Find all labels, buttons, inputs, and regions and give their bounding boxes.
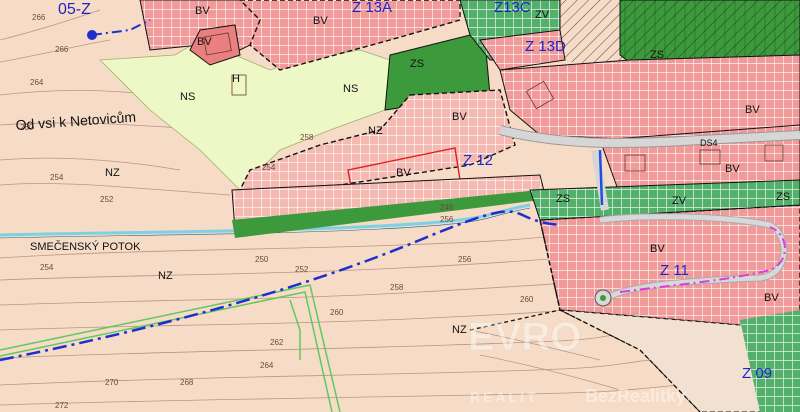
svg-text:BV: BV <box>745 104 760 116</box>
svg-text:ZS: ZS <box>650 49 664 61</box>
svg-text:BV: BV <box>452 111 467 123</box>
svg-text:ZS: ZS <box>556 193 570 205</box>
svg-text:260: 260 <box>330 308 344 317</box>
svg-text:H: H <box>232 73 240 85</box>
svg-text:NS: NS <box>343 83 358 95</box>
svg-text:258: 258 <box>390 283 404 292</box>
watermark-main: EVRO <box>468 315 581 359</box>
svg-text:266: 266 <box>32 13 46 22</box>
map-canvas: 266 266 264 260 254 252 254 258 250 252 … <box>0 0 800 412</box>
zone-label-z13d: Z 13D <box>525 38 566 55</box>
svg-text:256: 256 <box>440 215 454 224</box>
zone-label-z13a: Z 13A <box>352 0 392 16</box>
svg-text:258: 258 <box>300 133 314 142</box>
corner-marker <box>87 30 97 40</box>
svg-text:268: 268 <box>180 378 194 387</box>
svg-text:NS: NS <box>180 91 195 103</box>
svg-text:ZS: ZS <box>776 191 790 203</box>
corner-code-label: 05-Z <box>58 1 91 18</box>
zone-label-z09: Z 09 <box>742 365 772 382</box>
svg-text:BV: BV <box>197 36 212 48</box>
svg-text:ZV: ZV <box>672 195 687 207</box>
svg-text:266: 266 <box>55 45 69 54</box>
svg-text:BV: BV <box>725 163 740 175</box>
svg-text:260: 260 <box>520 295 534 304</box>
watermark-sub: REALIT <box>470 389 539 405</box>
zone-label-z13c: Z13C <box>494 0 531 16</box>
svg-text:262: 262 <box>270 338 284 347</box>
svg-text:252: 252 <box>100 195 114 204</box>
road-code-label: DS4 <box>700 138 718 148</box>
residential-band-east <box>499 54 800 141</box>
watermark-brand: BezRealitky <box>585 386 686 406</box>
svg-text:270: 270 <box>105 378 119 387</box>
svg-text:250: 250 <box>255 255 269 264</box>
zone-label-z12: Z 12 <box>463 152 493 169</box>
svg-text:272: 272 <box>55 401 69 410</box>
svg-text:NZ: NZ <box>452 324 467 336</box>
svg-text:252: 252 <box>295 265 309 274</box>
svg-text:NZ: NZ <box>158 270 173 282</box>
svg-text:246: 246 <box>440 203 454 212</box>
svg-text:254: 254 <box>40 263 54 272</box>
zone-label-z11: Z 11 <box>660 262 689 279</box>
stream-name-label: SMEČENSKÝ POTOK <box>30 240 141 253</box>
svg-text:BV: BV <box>764 292 779 304</box>
svg-text:264: 264 <box>260 361 274 370</box>
svg-text:NZ: NZ <box>105 167 120 179</box>
svg-text:ZV: ZV <box>535 9 550 21</box>
svg-text:256: 256 <box>458 255 472 264</box>
svg-text:BV: BV <box>195 5 210 17</box>
svg-text:BV: BV <box>650 243 665 255</box>
svg-text:NZ: NZ <box>368 125 383 137</box>
svg-text:264: 264 <box>30 78 44 87</box>
svg-text:BV: BV <box>396 167 411 179</box>
svg-text:BV: BV <box>313 15 328 27</box>
svg-text:254: 254 <box>262 163 276 172</box>
svg-text:254: 254 <box>50 173 64 182</box>
cadastral-map: 266 266 264 260 254 252 254 258 250 252 … <box>0 0 800 412</box>
svg-text:ZS: ZS <box>410 58 424 70</box>
